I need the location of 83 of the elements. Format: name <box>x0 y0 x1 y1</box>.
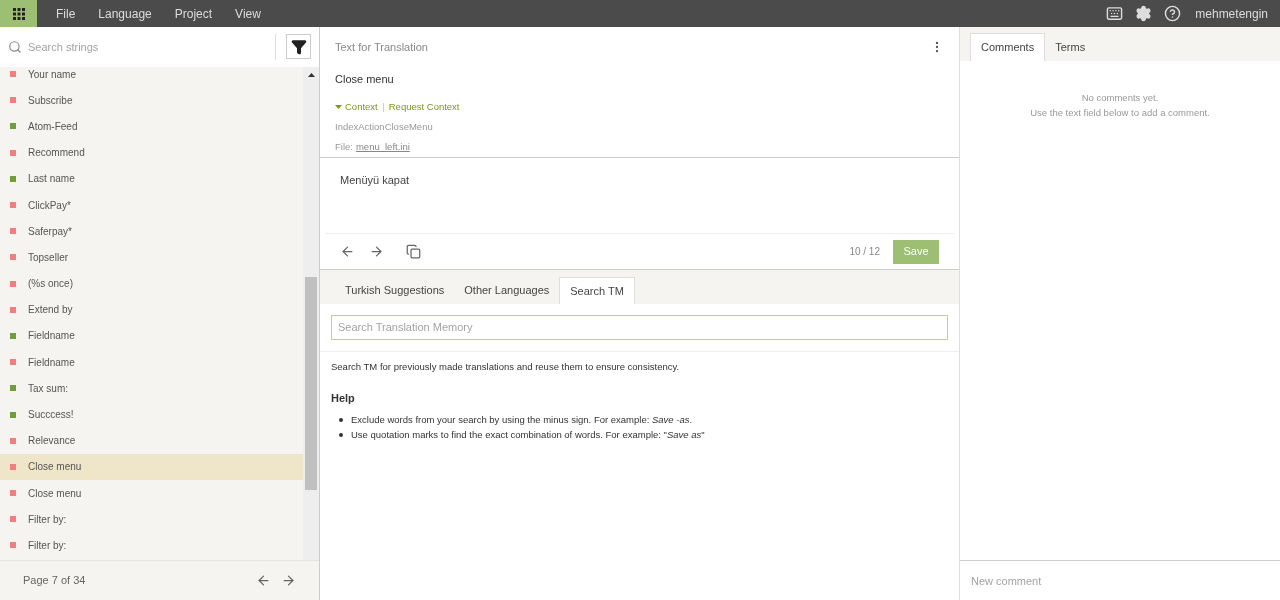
string-text: Close menu <box>28 460 82 475</box>
string-item[interactable]: Filter by: <box>0 532 303 559</box>
filter-button[interactable] <box>286 34 311 59</box>
search-field[interactable]: Search strings <box>0 26 275 67</box>
search-icon <box>8 39 22 54</box>
string-item[interactable]: Succcess! <box>0 401 303 428</box>
string-text: (%s once) <box>28 277 73 292</box>
string-text: Subscribe <box>28 93 73 108</box>
string-text: Tax sum: <box>28 381 68 396</box>
filter-icon <box>290 38 307 55</box>
string-text: Succcess! <box>28 408 74 423</box>
character-count: 10 / 12 <box>849 245 880 259</box>
menu-item[interactable]: Language <box>98 4 152 23</box>
string-item[interactable]: Extend by <box>0 296 303 323</box>
string-text: Last name <box>28 172 75 187</box>
tab[interactable]: Terms <box>1045 33 1096 61</box>
string-text: Relevance <box>28 434 76 449</box>
previous-page-icon[interactable] <box>256 573 271 588</box>
apps-button[interactable] <box>0 0 37 27</box>
string-text: Saferpay* <box>28 224 72 239</box>
string-text: Atom-Feed <box>28 119 78 134</box>
tab[interactable]: Turkish Suggestions <box>335 277 455 304</box>
file-label: File: <box>335 139 353 154</box>
string-key: IndexActionCloseMenu <box>335 120 944 135</box>
copy-source-icon[interactable] <box>406 244 421 259</box>
string-text: Fieldname <box>28 355 75 370</box>
next-page-icon[interactable] <box>281 573 296 588</box>
string-text: Recommend <box>28 146 85 161</box>
source-text: Close menu <box>335 71 395 87</box>
string-item[interactable]: Topseller <box>0 244 303 271</box>
string-text: Fieldname <box>28 329 75 344</box>
menu-item[interactable]: View <box>235 4 261 23</box>
string-text: Close menu <box>28 486 82 501</box>
string-item[interactable]: Last name <box>0 165 303 192</box>
tm-search-field[interactable]: Search Translation Memory <box>331 314 948 340</box>
empty-message: No comments yet. <box>1081 91 1159 105</box>
string-text: Your name <box>28 67 76 82</box>
tm-intro: Search TM for previously made translations and reuse them to ensure consistency. <box>331 359 681 374</box>
help-item: Exclude words from your search by using the minus sign. For example: Save -as. <box>351 413 693 428</box>
string-item[interactable]: Close menu <box>0 480 303 507</box>
tab[interactable]: Search TM <box>559 277 635 304</box>
settings-icon[interactable] <box>1135 5 1153 22</box>
next-icon[interactable] <box>369 244 384 259</box>
menu-item[interactable]: File <box>56 4 76 23</box>
new-comment-field[interactable]: New comment <box>960 560 1280 600</box>
string-item[interactable]: Atom-Feed <box>0 113 303 140</box>
scrollbar[interactable] <box>303 67 319 560</box>
grid-icon <box>12 7 25 20</box>
comment-hint: Use the text field below to add a comment. <box>1030 106 1210 121</box>
string-item[interactable]: Subscribe <box>0 87 303 114</box>
user-menu[interactable]: mehmetengin <box>1195 4 1268 23</box>
help-title: Help <box>331 390 356 406</box>
search-field[interactable]: Search strings <box>28 33 275 60</box>
string-item[interactable]: Saferpay* <box>0 218 303 245</box>
scroll-up-icon[interactable] <box>307 73 315 77</box>
string-item[interactable]: Recommend <box>0 139 303 166</box>
bullet-icon <box>339 433 343 438</box>
bullet-icon <box>339 418 343 423</box>
string-text: Filter by: <box>28 538 67 553</box>
string-item[interactable]: Relevance <box>0 427 303 454</box>
string-text: Extend by <box>28 303 73 318</box>
string-item[interactable]: Fieldname <box>0 322 303 350</box>
string-text: Topseller <box>28 250 69 265</box>
tab[interactable]: Other Languages <box>454 277 560 304</box>
string-text: Filter by: <box>28 512 67 527</box>
panel-heading: Text for Translation <box>335 40 428 55</box>
string-item[interactable]: Filter by: <box>0 506 303 533</box>
string-item[interactable]: ClickPay* <box>0 191 303 219</box>
menu-item[interactable]: Project <box>174 4 213 23</box>
tab[interactable]: Comments <box>970 33 1046 61</box>
string-text: ClickPay* <box>28 198 71 213</box>
previous-icon[interactable] <box>340 244 355 259</box>
page-indicator: Page 7 of 34 <box>23 573 86 589</box>
caret-down-icon <box>335 105 342 110</box>
string-item[interactable]: Close menu <box>0 453 303 480</box>
translation-text[interactable]: Menüyü kapat <box>340 174 410 186</box>
keyboard-icon[interactable] <box>1106 5 1124 22</box>
string-item[interactable]: (%s once) <box>0 270 303 297</box>
help-icon[interactable] <box>1164 5 1182 22</box>
string-item[interactable]: Tax sum: <box>0 375 303 402</box>
help-item: Use quotation marks to find the exact combination of words. For example: "Save as" <box>351 428 705 443</box>
file-link[interactable]: menu_left.ini <box>355 139 410 154</box>
string-item[interactable]: Fieldname <box>0 349 303 376</box>
